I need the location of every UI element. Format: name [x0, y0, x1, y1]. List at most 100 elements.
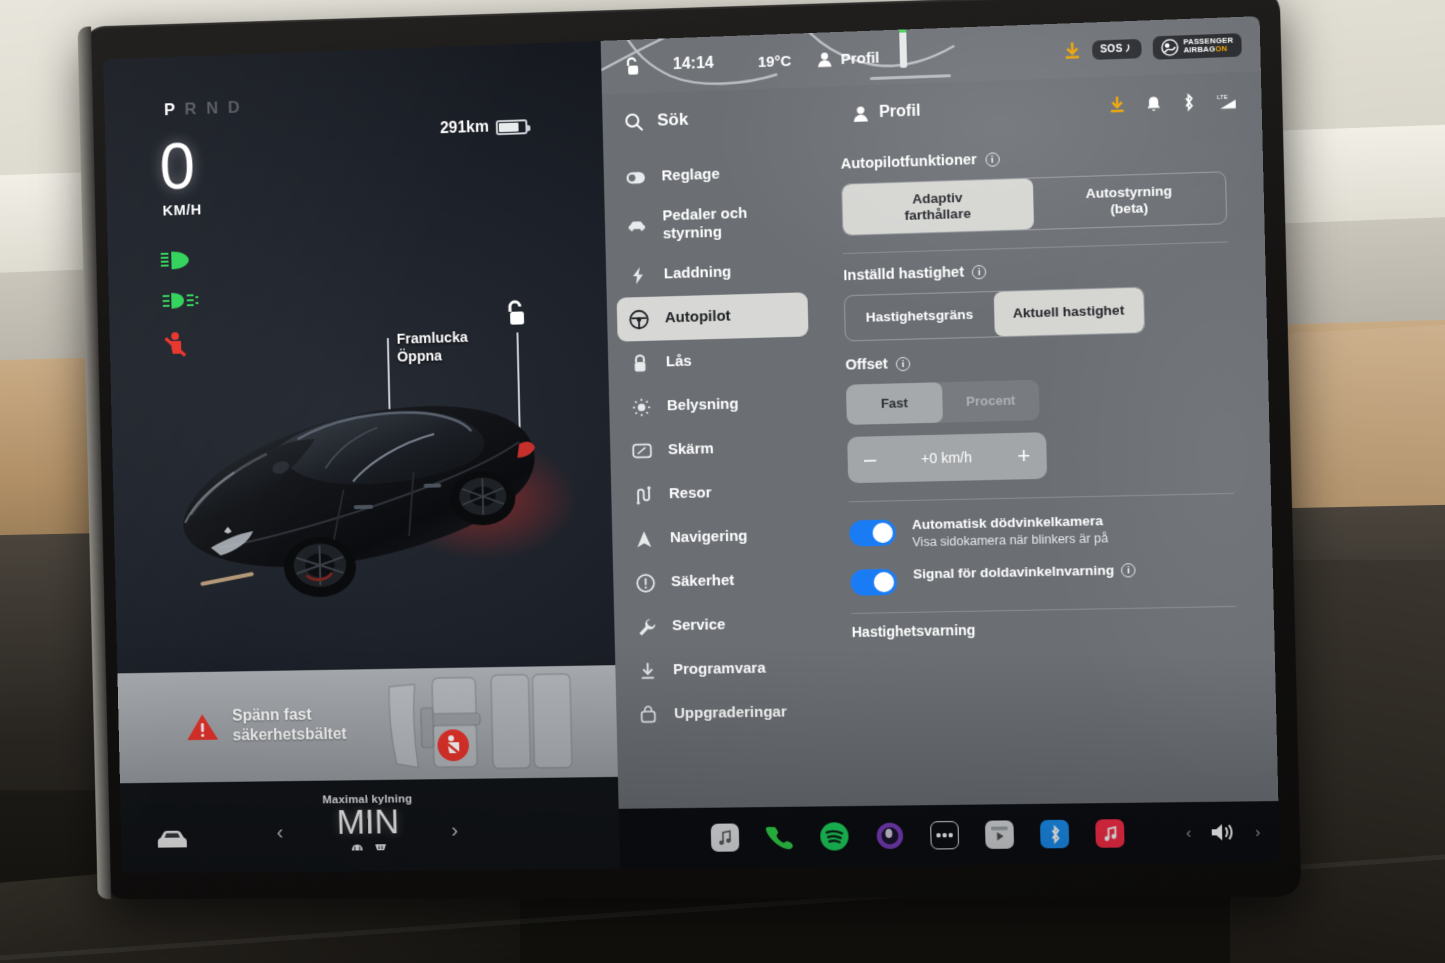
sidebar-item-label: Säkerhet — [671, 572, 735, 591]
settings-nav-list[interactable]: Reglage Pedaler och styrning Laddning Au… — [603, 143, 833, 809]
sidebar-item-programvara[interactable]: Programvara — [625, 646, 817, 693]
rear-defrost-icon[interactable] — [349, 842, 364, 854]
set-speed-segmented-control[interactable]: Hastighetsgräns Aktuell hastighet — [844, 287, 1145, 342]
gear-n: N — [206, 99, 219, 119]
sidebar-item-service[interactable]: Service — [624, 602, 816, 649]
seatbelt-warning-strip: Spänn fast säkerhetsbältet — [117, 665, 617, 783]
more-apps-icon[interactable] — [930, 821, 959, 850]
offset-title: Offset — [845, 356, 888, 373]
offset-segmented-control[interactable]: Fast Procent — [846, 380, 1040, 425]
vehicle-illustration — [159, 309, 577, 645]
info-icon[interactable]: i — [985, 152, 1000, 167]
offset-stepper[interactable]: – +0 km/h + — [847, 432, 1047, 483]
set-speed-title: Inställd hastighet — [843, 265, 964, 285]
sidebar-item-label: Service — [672, 616, 726, 635]
climate-decrease-button[interactable]: ‹ — [276, 821, 283, 845]
settings-sheet[interactable]: Sök Profil LTE Reglage Pedaler och styrn… — [602, 71, 1278, 809]
sidebar-item-sakerhet[interactable]: Säkerhet — [623, 557, 815, 605]
software-update-icon[interactable] — [1109, 95, 1126, 114]
seat-occupancy-diagram — [385, 670, 584, 776]
settings-panel[interactable]: 14:14 19°C Profil SOS PASSENGER AIRBAGON… — [601, 16, 1280, 869]
blind-spot-warning-toggle[interactable] — [850, 569, 897, 596]
offset-value: +0 km/h — [921, 449, 972, 466]
autopilot-features-segmented-control[interactable]: Adaptiv farthållare Autostyrning (beta) — [841, 171, 1227, 236]
info-icon[interactable]: i — [1121, 563, 1136, 577]
climate-readout[interactable]: Maximal kylning MIN ‹ › — [322, 793, 413, 853]
apple-music-app-icon[interactable] — [1095, 819, 1124, 848]
status-right-icons[interactable]: SOS PASSENGER AIRBAGON — [1063, 33, 1242, 63]
climate-increase-button[interactable]: › — [451, 819, 458, 843]
gear-r: R — [184, 99, 197, 119]
sidebar-item-label: Autopilot — [665, 308, 731, 328]
sidebar-item-autopilot[interactable]: Autopilot — [617, 292, 809, 341]
option-current-speed[interactable]: Aktuell hastighet — [993, 288, 1144, 337]
sidebar-item-label: Uppgraderingar — [674, 704, 787, 723]
passenger-airbag-indicator[interactable]: PASSENGER AIRBAGON — [1152, 33, 1242, 60]
sidebar-item-resor[interactable]: Resor — [621, 469, 813, 517]
app-dock[interactable]: ‹ › — [619, 801, 1280, 869]
steering-wheel-icon — [629, 308, 649, 330]
status-profile-label: Profil — [840, 49, 879, 68]
sidebar-item-las[interactable]: Lås — [618, 336, 810, 385]
front-defrost-icon[interactable] — [373, 841, 388, 853]
sidebar-item-belysning[interactable]: Belysning — [619, 381, 811, 430]
bag-icon — [638, 705, 658, 723]
spotify-app-icon[interactable] — [819, 821, 850, 851]
sidebar-item-laddning[interactable]: Laddning — [616, 248, 808, 298]
sidebar-item-pedaler-och-styrning[interactable]: Pedaler och styrning — [614, 194, 806, 254]
software-update-icon[interactable] — [1063, 41, 1081, 60]
sidebar-item-label: Lås — [666, 353, 692, 371]
svg-text:LTE: LTE — [1217, 95, 1228, 102]
profile-button[interactable]: Profil — [853, 102, 921, 122]
sidebar-item-label: Programvara — [673, 660, 766, 679]
blind-spot-camera-subtitle: Visa sidokamera när blinkers är på — [912, 531, 1108, 549]
blind-spot-warning-setting[interactable]: Signal för doldavinkelnvarning i — [850, 560, 1236, 596]
option-offset-fixed[interactable]: Fast — [846, 382, 943, 425]
offset-decrease-button[interactable]: – — [864, 448, 877, 470]
volume-prev-button[interactable]: ‹ — [1186, 824, 1192, 841]
option-speed-limit[interactable]: Hastighetsgräns — [845, 292, 994, 340]
option-offset-percent[interactable]: Procent — [942, 380, 1040, 423]
sidebar-item-uppgraderingar[interactable]: Uppgraderingar — [626, 690, 818, 737]
car-front-icon[interactable] — [154, 830, 191, 852]
option-adaptive-cruise[interactable]: Adaptiv farthållare — [842, 179, 1033, 235]
volume-next-button[interactable]: › — [1255, 823, 1261, 840]
divider — [851, 606, 1236, 614]
header-status-icons[interactable]: LTE — [1109, 91, 1239, 114]
passenger-airbag-icon — [1160, 38, 1178, 56]
phone-app-icon[interactable] — [765, 823, 794, 851]
sidebar-item-navigering[interactable]: Navigering — [622, 513, 814, 561]
bell-icon[interactable] — [1146, 95, 1162, 113]
music-note-app-icon[interactable] — [711, 823, 740, 851]
climate-control-bar[interactable]: Maximal kylning MIN ‹ › — [120, 777, 620, 874]
tesla-touchscreen[interactable]: P R N D 0 KM/H 291km Framlucka Öppna Spä… — [103, 16, 1280, 873]
autopilot-settings-detail[interactable]: Autopilotfunktioner i Adaptiv farthållare… — [818, 128, 1278, 806]
offset-increase-button[interactable]: + — [1017, 445, 1031, 468]
unlock-status-icon[interactable] — [623, 55, 643, 78]
blind-spot-camera-title: Automatisk dödvinkelkamera — [912, 513, 1108, 532]
search-button[interactable]: Sök — [624, 110, 688, 132]
download-icon — [637, 661, 657, 680]
blind-spot-camera-setting[interactable]: Automatisk dödvinkelkamera Visa sidokame… — [849, 510, 1235, 550]
option-autosteer[interactable]: Autostyrning (beta) — [1032, 172, 1226, 229]
info-icon[interactable]: i — [896, 357, 911, 371]
bluetooth-app-icon[interactable] — [1040, 820, 1069, 849]
voice-assistant-icon[interactable] — [875, 822, 904, 851]
status-profile[interactable]: Profil — [817, 49, 879, 68]
navigation-arrow-icon — [634, 529, 654, 548]
lte-signal-icon[interactable]: LTE — [1216, 91, 1239, 110]
offset-header: Offset i — [845, 347, 1230, 373]
sos-button[interactable]: SOS — [1092, 38, 1142, 59]
bluetooth-icon[interactable] — [1182, 93, 1196, 112]
sidebar-item-skarm[interactable]: Skärm — [620, 425, 812, 474]
divider — [849, 493, 1234, 502]
climate-mode-icons[interactable] — [324, 841, 414, 854]
sos-signal-icon — [1125, 43, 1133, 53]
sidebar-item-reglage[interactable]: Reglage — [613, 150, 805, 200]
info-icon[interactable]: i — [972, 265, 987, 280]
speaker-volume-icon[interactable] — [1209, 821, 1236, 844]
video-app-icon[interactable] — [985, 820, 1014, 849]
person-icon — [817, 51, 832, 68]
blind-spot-camera-toggle[interactable] — [849, 519, 896, 546]
volume-control[interactable]: ‹ › — [1186, 821, 1261, 844]
